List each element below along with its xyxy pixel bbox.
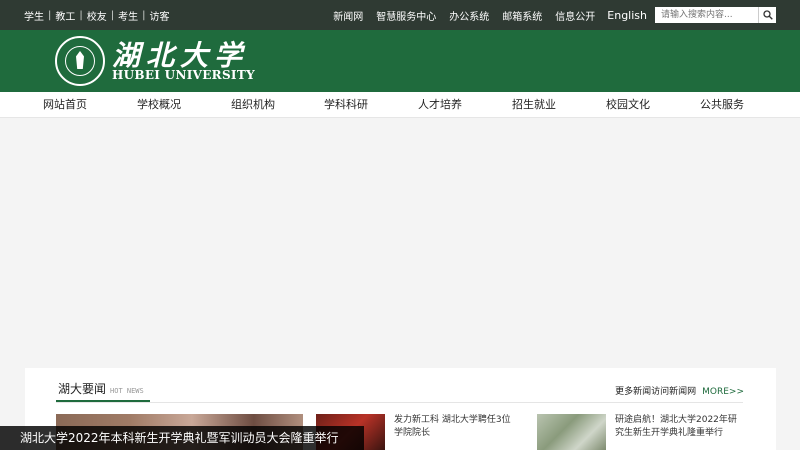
feature-news-caption[interactable]: 湖北大学2022年本科新生开学典礼暨军训动员大会隆重举行 (0, 426, 364, 450)
university-seal-icon[interactable] (55, 36, 105, 86)
divider (56, 402, 743, 403)
news-item-title[interactable]: 发力新工科 湖北大学聘任3位学院院长 (394, 414, 519, 440)
separator: | (48, 9, 52, 21)
link-smart-service[interactable]: 智慧服务中心 (376, 8, 436, 23)
link-staff[interactable]: 教工 (55, 8, 75, 23)
link-news-site[interactable]: 新闻网 (333, 8, 363, 23)
top-utility-bar: 学生 | 教工 | 校友 | 考生 | 访客 新闻网 智慧服务中心 办公系统 邮… (0, 0, 800, 30)
nav-item-about[interactable]: 学校概况 (137, 92, 181, 118)
logo-english-name[interactable]: HUBEI UNIVERSITY (112, 68, 255, 82)
link-visitors[interactable]: 访客 (150, 8, 170, 23)
nav-item-research[interactable]: 学科科研 (324, 92, 368, 118)
nav-item-public-services[interactable]: 公共服务 (700, 92, 744, 118)
news-thumbnail[interactable] (537, 414, 606, 450)
search-input[interactable] (655, 7, 758, 23)
separator: | (79, 9, 83, 21)
nav-item-home[interactable]: 网站首页 (43, 92, 87, 118)
language-switch[interactable]: English (607, 9, 647, 22)
nav-item-education[interactable]: 人才培养 (418, 92, 462, 118)
link-mail-system[interactable]: 邮箱系统 (502, 8, 542, 23)
news-section-title: 湖大要闻 HOT NEWS (58, 380, 144, 397)
more-news-link[interactable]: 更多新闻访问新闻网 (615, 387, 696, 397)
news-title-cn: 湖大要闻 (58, 382, 107, 396)
nav-item-admissions[interactable]: 招生就业 (512, 92, 556, 118)
link-applicants[interactable]: 考生 (118, 8, 138, 23)
link-students[interactable]: 学生 (24, 8, 44, 23)
search-button[interactable] (758, 7, 776, 23)
audience-links: 学生 | 教工 | 校友 | 考生 | 访客 (24, 0, 170, 30)
link-info-disclosure[interactable]: 信息公开 (555, 8, 595, 23)
search-box (655, 7, 776, 23)
system-links: 新闻网 智慧服务中心 办公系统 邮箱系统 信息公开 English (320, 0, 776, 30)
brand-header: 湖北大学 HUBEI UNIVERSITY (0, 30, 800, 92)
more-news-link-group: 更多新闻访问新闻网 MORE>> (615, 384, 744, 397)
nav-item-organization[interactable]: 组织机构 (231, 92, 275, 118)
nav-item-campus-culture[interactable]: 校园文化 (606, 92, 650, 118)
separator: | (110, 9, 115, 21)
news-item-title[interactable]: 研途启航！湖北大学2022年研究生新生开学典礼隆重举行 (615, 414, 745, 440)
news-title-en: HOT NEWS (110, 387, 144, 395)
more-link[interactable]: MORE>> (702, 387, 744, 397)
search-icon (762, 10, 773, 20)
separator: | (142, 9, 146, 21)
link-office-system[interactable]: 办公系统 (449, 8, 489, 23)
link-alumni[interactable]: 校友 (87, 8, 107, 23)
main-navigation: 网站首页 学校概况 组织机构 学科科研 人才培养 招生就业 校园文化 公共服务 (0, 92, 800, 118)
